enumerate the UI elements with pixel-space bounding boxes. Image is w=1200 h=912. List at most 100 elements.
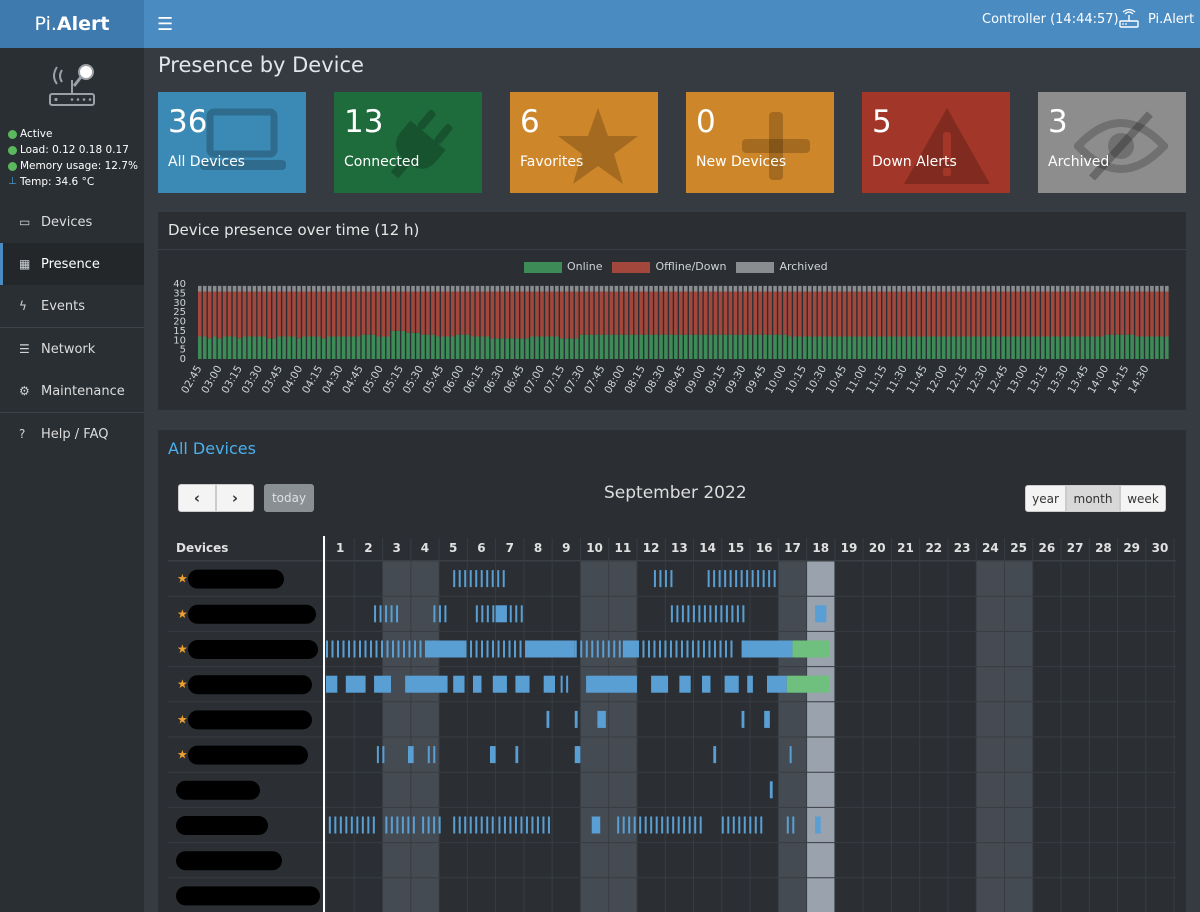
bar-offline-down (257, 291, 262, 337)
bar-archived (887, 285, 891, 292)
bar-online (212, 336, 217, 359)
presence-tick (419, 640, 422, 658)
bar-offline-down (346, 291, 351, 337)
bar-archived (366, 285, 371, 292)
bar-online (778, 334, 782, 359)
bar-archived (1115, 285, 1120, 292)
bar-offline-down (907, 291, 911, 337)
presence-bar (679, 675, 691, 693)
bar-offline-down (981, 291, 986, 337)
bar-archived (341, 285, 346, 292)
presence-tick (729, 570, 732, 588)
presence-tick (768, 570, 771, 588)
bar-online (1160, 336, 1164, 359)
tile-connected[interactable]: 13 Connected (334, 92, 482, 193)
bar-archived (326, 285, 331, 292)
bar-offline-down (411, 291, 415, 333)
presence-tick (480, 570, 483, 588)
presence-tick (328, 816, 331, 834)
tile-archived[interactable]: 3 Archived (1038, 92, 1186, 193)
bar-archived (644, 285, 648, 292)
bar-archived (510, 285, 514, 292)
bar-online (872, 336, 877, 359)
bar-offline-down (207, 291, 212, 339)
sidebar-item-maintenance[interactable]: ⚙ Maintenance (0, 370, 144, 412)
bar-online (728, 334, 733, 359)
presence-bar (405, 675, 448, 693)
bar-offline-down (1001, 291, 1005, 337)
bar-offline-down (530, 291, 534, 337)
bar-online (768, 334, 772, 359)
presence-tick (731, 605, 734, 623)
bar-offline-down (684, 291, 688, 335)
bar-online (897, 336, 901, 359)
bar-archived (713, 285, 718, 292)
y-tick-label: 5 (180, 345, 186, 356)
host-menu[interactable]: Pi.Alert (1118, 9, 1194, 29)
presence-tick (397, 640, 400, 658)
presence-tick (480, 816, 483, 834)
presence-tick (375, 640, 378, 658)
bar-online (336, 336, 341, 359)
sidebar-item-devices[interactable]: ▭ Devices (0, 201, 144, 243)
bar-online (386, 336, 391, 359)
sidebar-item-presence[interactable]: ▦ Presence (0, 243, 144, 285)
bar-archived (297, 285, 301, 292)
presence-tick (497, 640, 500, 658)
bar-offline-down (351, 291, 356, 337)
bar-online (798, 336, 802, 359)
presence-tick (525, 816, 528, 834)
bar-online (564, 338, 569, 359)
bar-archived (525, 285, 529, 292)
presence-tick (350, 816, 353, 834)
bar-archived (500, 285, 505, 292)
bar-archived (847, 285, 852, 292)
presence-tick (655, 816, 658, 834)
presence-tick (672, 816, 675, 834)
bar-archived (743, 285, 748, 292)
bar-offline-down (674, 291, 678, 335)
bar-online (927, 336, 931, 359)
presence-bar (651, 675, 669, 693)
calendar-panel: All Devices ‹ › today September 2022 yea… (158, 430, 1186, 912)
presence-tick (367, 816, 370, 834)
presence-bar (586, 675, 637, 693)
presence-chart: 051015202530354002:4503:0003:1503:3003:4… (173, 279, 1169, 396)
bar-archived (931, 285, 936, 292)
bar-offline-down (599, 291, 604, 335)
bar-archived (555, 285, 559, 292)
bar-archived (505, 285, 510, 292)
presence-tick (686, 640, 689, 658)
tile-favorites[interactable]: 6 Favorites (510, 92, 658, 193)
bar-archived (837, 285, 842, 292)
bar-archived (391, 285, 395, 292)
bar-offline-down (872, 291, 877, 337)
tile-down-alerts[interactable]: 5 Down Alerts (862, 92, 1010, 193)
bar-online (505, 338, 510, 359)
brand-logo[interactable]: Pi. Alert (0, 0, 144, 48)
sidebar-item-events[interactable]: ϟ Events (0, 285, 144, 327)
bar-online (758, 334, 762, 359)
bar-online (1090, 336, 1095, 359)
bar-online (679, 334, 683, 359)
tile-new-devices[interactable]: 0 New Devices (686, 92, 834, 193)
bar-archived (882, 285, 886, 292)
hamburger-icon[interactable]: ☰ (157, 14, 173, 35)
bar-online (257, 336, 262, 359)
bar-archived (832, 285, 837, 292)
bar-archived (733, 285, 738, 292)
presence-tick (746, 570, 749, 588)
presence-bar (453, 675, 465, 693)
bar-offline-down (812, 291, 817, 337)
presence-tick (519, 640, 522, 658)
day-header: 28 (1095, 541, 1112, 555)
bar-online (470, 336, 475, 359)
presence-tick (514, 816, 517, 834)
bar-archived (728, 285, 733, 292)
bar-offline-down (525, 291, 529, 339)
sidebar-item-help[interactable]: ? Help / FAQ (0, 413, 144, 455)
presence-tick (345, 816, 348, 834)
presence-tick (591, 640, 594, 658)
tile-all-devices[interactable]: 36 All Devices (158, 92, 306, 193)
sidebar-item-network[interactable]: ☰ Network (0, 328, 144, 370)
